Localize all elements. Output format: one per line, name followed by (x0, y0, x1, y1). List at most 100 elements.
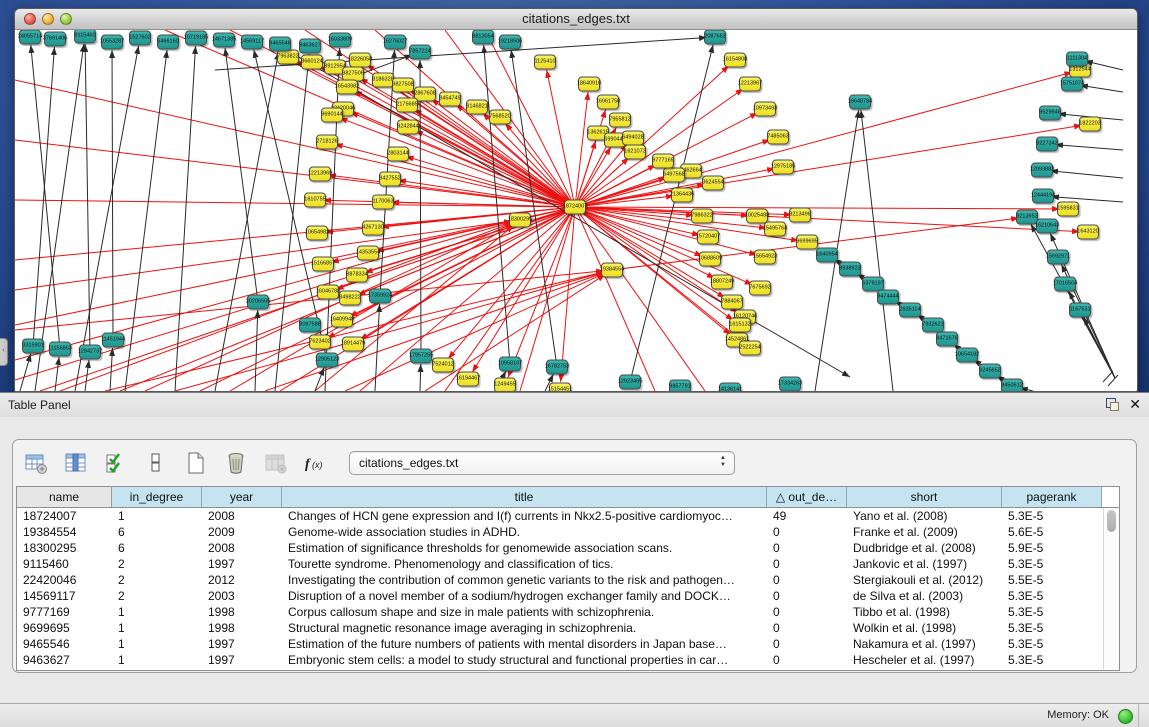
network-node[interactable]: 12213967 (739, 77, 761, 92)
network-node[interactable]: 7623402 (309, 335, 331, 350)
network-node[interactable]: 18914479 (342, 337, 364, 352)
delete-columns-icon[interactable] (223, 450, 249, 476)
network-node[interactable]: 9463627 (299, 39, 321, 54)
network-node[interactable]: 9529946 (1039, 106, 1061, 121)
table-cell[interactable]: Embryonic stem cells: a model to study s… (282, 652, 767, 668)
network-node[interactable]: 12923465 (619, 375, 641, 390)
table-cell[interactable]: Wolkin et al. (1998) (847, 620, 1002, 636)
network-node[interactable]: 9699695 (796, 235, 818, 250)
network-node[interactable]: 10654982 (306, 226, 328, 241)
network-node[interactable]: 1615132 (729, 318, 751, 333)
table-cell[interactable]: 5.3E-5 (1002, 556, 1102, 572)
network-node[interactable]: 14136141 (719, 383, 741, 392)
network-node[interactable]: 1170063 (372, 195, 394, 210)
network-node[interactable]: 37691406 (44, 32, 66, 47)
table-cell[interactable]: 6 (112, 540, 202, 556)
column-header-name[interactable]: name (17, 487, 112, 507)
table-cell[interactable]: 0 (767, 604, 847, 620)
table-cell[interactable]: 5.3E-5 (1002, 508, 1102, 524)
network-node[interactable]: 10654182 (956, 348, 978, 363)
network-node[interactable]: 2522254 (739, 341, 761, 356)
table-cell[interactable]: de Silva et al. (2003) (847, 588, 1002, 604)
function-builder-icon[interactable]: f(x) (303, 450, 329, 476)
network-node[interactable]: 10688609 (699, 252, 721, 267)
network-node[interactable]: 14353554 (357, 246, 379, 261)
table-row[interactable]: 946554611997Estimation of the future num… (17, 636, 1119, 652)
network-node[interactable]: 7963822 (277, 50, 299, 65)
network-node[interactable]: 18640910 (578, 77, 600, 92)
table-cell[interactable]: 1 (112, 604, 202, 620)
float-panel-icon[interactable] (1106, 398, 1119, 411)
table-cell[interactable]: 5.3E-5 (1002, 652, 1102, 668)
network-node[interactable]: 2803144 (387, 147, 409, 162)
network-node[interactable]: 15751074 (1061, 77, 1083, 92)
network-node[interactable]: 9474444 (877, 290, 899, 305)
column-header-short[interactable]: short (847, 487, 1002, 507)
network-node[interactable]: 8813054 (472, 30, 494, 45)
network-node[interactable]: 9827508 (392, 78, 414, 93)
network-node[interactable]: 2087682 (704, 30, 726, 45)
table-cell[interactable]: 49 (767, 508, 847, 524)
table-cell[interactable]: 18724007 (17, 508, 112, 524)
network-node[interactable]: 1125410 (534, 55, 556, 70)
network-node[interactable]: 7675692 (749, 281, 771, 296)
table-cell[interactable]: 0 (767, 540, 847, 556)
network-node[interactable]: 16210643 (1036, 219, 1058, 234)
table-cell[interactable]: 1 (112, 620, 202, 636)
network-node[interactable]: 14569117 (241, 35, 263, 50)
table-cell[interactable]: 9699695 (17, 620, 112, 636)
network-node[interactable]: 9450612 (1001, 379, 1023, 392)
network-node[interactable]: 16194467 (457, 372, 479, 387)
network-node[interactable]: 10719185 (185, 31, 207, 46)
network-canvas[interactable]: 1872400718300295193845547963822866012489… (15, 30, 1135, 391)
network-node[interactable]: 10973493 (754, 102, 776, 117)
table-cell[interactable]: Corpus callosum shape and size in male p… (282, 604, 767, 620)
table-cell[interactable]: 5.3E-5 (1002, 604, 1102, 620)
table-vscrollbar[interactable] (1103, 508, 1119, 669)
table-cell[interactable]: 18300295 (17, 540, 112, 556)
network-node[interactable]: 12093883 (1031, 163, 1053, 178)
table-row[interactable]: 977716911998Corpus callosum shape and si… (17, 604, 1119, 620)
network-node[interactable]: 1527602 (129, 31, 151, 46)
network-node[interactable]: 17334263 (779, 377, 801, 392)
network-node[interactable]: 1640954 (816, 248, 838, 263)
network-node[interactable]: 7884067 (721, 295, 743, 310)
close-panel-icon[interactable]: ✕ (1129, 397, 1141, 411)
network-node[interactable]: 3624554 (702, 176, 724, 191)
network-node[interactable]: 9146821 (466, 100, 488, 115)
network-node[interactable]: 15720407 (697, 230, 719, 245)
select-columns-icon[interactable] (103, 450, 129, 476)
table-cell[interactable]: Yano et al. (2008) (847, 508, 1002, 524)
network-node[interactable]: 1167531 (1069, 303, 1091, 318)
network-node[interactable]: 9465546 (269, 37, 291, 52)
network-node[interactable]: 1643120 (1077, 225, 1099, 240)
table-cell[interactable]: 1998 (202, 620, 282, 636)
row-options-icon[interactable] (143, 450, 169, 476)
network-node[interactable]: 1822203 (1079, 117, 1101, 132)
left-panel-collapse-handle[interactable]: ‹ (0, 338, 8, 366)
network-node[interactable]: 1610755 (304, 193, 326, 208)
table-select-dropdown[interactable]: citations_edges.txt ▲▼ (349, 451, 735, 475)
column-header-year[interactable]: year (202, 487, 282, 507)
network-node[interactable]: 24055714 (19, 30, 41, 45)
network-node[interactable]: 16033809 (329, 33, 351, 48)
network-node[interactable]: 8454749 (439, 92, 461, 107)
network-node[interactable]: 8213496 (789, 208, 811, 223)
table-cell[interactable]: 6 (112, 524, 202, 540)
network-node[interactable]: 8938923 (839, 262, 861, 277)
network-node[interactable]: 3315901 (22, 339, 44, 354)
network-node[interactable]: 12444194 (1032, 189, 1054, 204)
network-node[interactable]: 17957255 (410, 349, 432, 364)
table-cell[interactable]: 9777169 (17, 604, 112, 620)
network-node[interactable]: 16046788 (317, 285, 339, 300)
table-cell[interactable]: 1997 (202, 556, 282, 572)
network-node[interactable]: 1621072 (624, 145, 646, 160)
network-node[interactable]: 21364436 (671, 188, 693, 203)
table-cell[interactable]: 2009 (202, 524, 282, 540)
table-cell[interactable]: 2 (112, 556, 202, 572)
network-node[interactable]: 17016504 (1054, 277, 1076, 292)
table-cell[interactable]: 0 (767, 636, 847, 652)
network-node[interactable]: 8186328 (372, 73, 394, 88)
network-node[interactable]: 8471676 (936, 332, 958, 347)
network-node[interactable]: 18300295 (509, 213, 531, 228)
